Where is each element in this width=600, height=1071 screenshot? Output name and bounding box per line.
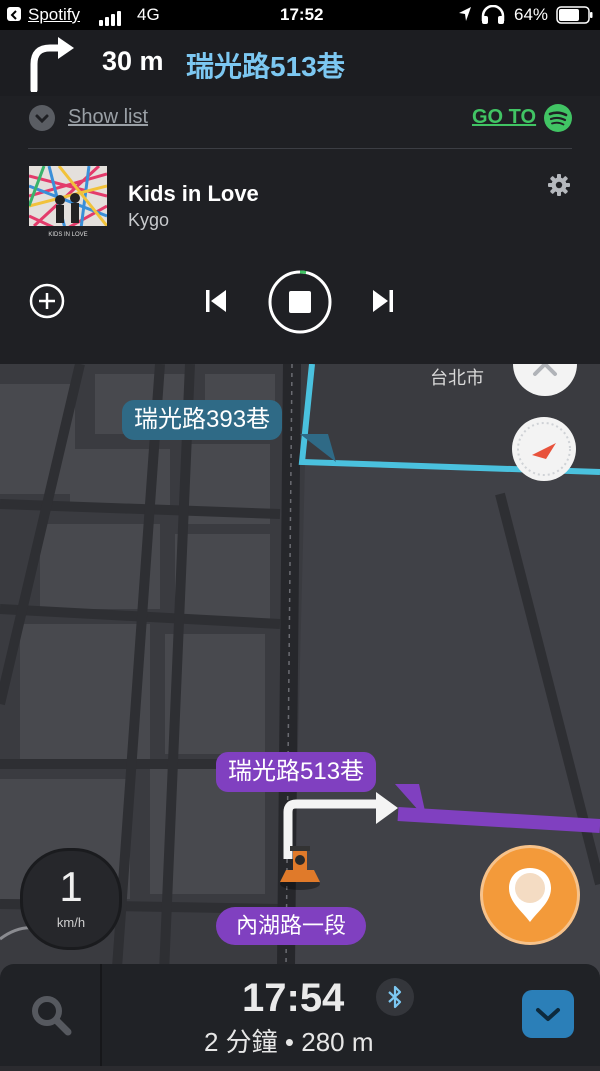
speed-value: 1 [59, 863, 83, 910]
track-title: Kids in Love [128, 181, 259, 206]
turn-distance: 30 m [102, 46, 164, 76]
report-pin-icon [509, 868, 551, 922]
speedometer: 1 km/h [20, 848, 122, 950]
callout-393-pointer [300, 434, 336, 462]
battery-percent: 64% [514, 5, 549, 24]
chevron-down-icon[interactable] [29, 105, 55, 131]
battery-icon [556, 6, 594, 29]
close-button[interactable] [513, 364, 577, 396]
callout-513-pointer [395, 784, 427, 820]
turn-street-name: 瑞光路513巷 [186, 51, 345, 82]
search-button[interactable] [0, 964, 100, 1066]
area-label: 台北市 [430, 368, 484, 388]
trip-summary: 2 分鐘 • 280 m [204, 1027, 374, 1057]
map-roads [0, 364, 600, 1066]
street-callout-393: 瑞光路393巷 [122, 400, 283, 440]
spotify-panel: Show list GO TO KIDS IN LOVE Kids in Lov… [0, 96, 600, 364]
chevron-down-icon [536, 1008, 560, 1021]
next-track-icon[interactable] [371, 288, 395, 319]
spotify-logo-icon[interactable] [544, 104, 572, 137]
network-type: 4G [137, 5, 160, 24]
expand-trip-button[interactable] [522, 990, 574, 1038]
track-artist: Kygo [128, 210, 170, 230]
signal-icon [99, 6, 123, 26]
add-to-library-icon[interactable] [29, 283, 65, 324]
back-arrow-icon[interactable] [7, 7, 21, 21]
location-icon [458, 6, 472, 27]
search-icon [32, 996, 72, 1036]
album-art[interactable]: KIDS IN LOVE [29, 166, 107, 244]
trip-bottom-bar: 17:54 2 分鐘 • 280 m [0, 964, 600, 1066]
settings-gear-icon[interactable] [547, 173, 571, 202]
stop-button[interactable] [267, 269, 333, 340]
compass-icon[interactable] [512, 417, 576, 481]
turn-right-arrow-icon [22, 34, 78, 97]
panel-divider [28, 148, 572, 149]
arrival-time: 17:54 [242, 976, 345, 1020]
previous-track-icon[interactable] [204, 288, 228, 319]
bluetooth-icon[interactable] [376, 978, 414, 1016]
street-callout-393-label: 瑞光路393巷 [134, 406, 271, 433]
speed-unit: km/h [56, 915, 86, 930]
current-road-label: 內湖路一段 [216, 907, 367, 945]
status-time: 17:52 [280, 5, 324, 24]
go-to-spotify-link[interactable]: GO TO [472, 106, 536, 129]
show-list-link[interactable]: Show list [68, 106, 148, 129]
report-button[interactable] [480, 845, 580, 945]
headphones-icon [480, 4, 506, 30]
street-callout-513: 瑞光路513巷 [216, 752, 377, 792]
back-to-app-link[interactable]: Spotify [28, 5, 80, 25]
turn-instruction-bar[interactable]: 30 m 瑞光路513巷 [0, 30, 600, 96]
map-view[interactable]: 台北市 瑞光路393巷 瑞光路513巷 內湖路一段 1 km/h [0, 364, 600, 1066]
street-callout-513-label: 瑞光路513巷 [228, 758, 365, 785]
status-bar: Spotify 4G 17:52 64% [0, 0, 600, 30]
bottom-divider [100, 964, 102, 1066]
svg-text:KIDS IN LOVE: KIDS IN LOVE [48, 232, 87, 238]
